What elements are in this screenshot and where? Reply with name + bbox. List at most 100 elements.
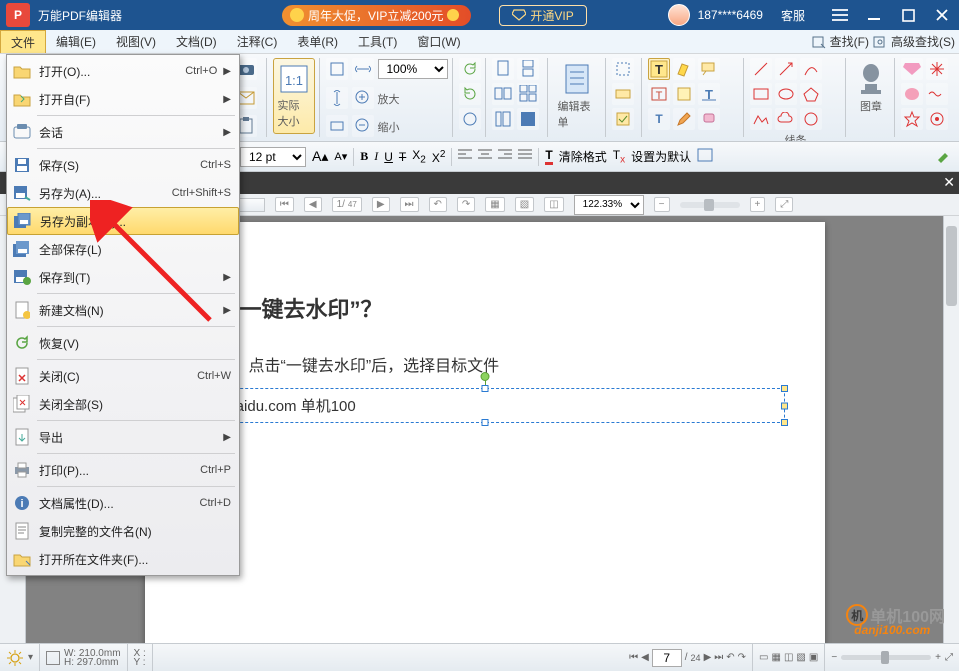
set-default-Tx-icon[interactable]: Tx <box>613 148 625 165</box>
menu-button[interactable] <box>823 0 857 30</box>
layout-toggle[interactable]: ▦ <box>485 197 504 212</box>
page-nav-next[interactable]: ▶ <box>372 197 390 212</box>
view-mode-5[interactable]: ▣ <box>809 652 818 663</box>
promo-banner[interactable]: 周年大促，VIP立减200元 <box>282 5 471 26</box>
scrollbar-thumb[interactable] <box>946 226 957 306</box>
text-annotation-T-icon[interactable]: T <box>648 58 670 80</box>
refresh-icon[interactable] <box>459 108 481 130</box>
decrease-font-icon[interactable]: A▾ <box>334 150 347 163</box>
eyedropper-icon[interactable] <box>935 147 951 166</box>
callout-icon[interactable] <box>698 58 720 80</box>
zoom-slider[interactable] <box>841 655 931 660</box>
single-page-icon[interactable] <box>492 58 514 80</box>
rotation-handle[interactable] <box>480 372 489 381</box>
paragraph-icon[interactable] <box>697 148 713 165</box>
file-menu-save-copy[interactable]: 另存为副本(Y)... <box>7 207 239 235</box>
facing-icon[interactable] <box>492 83 514 105</box>
resize-handle[interactable] <box>781 419 788 426</box>
actual-size-button[interactable]: 1:1 实际大小 <box>273 58 315 134</box>
increase-font-icon[interactable]: A▴ <box>312 148 328 165</box>
file-menu-save-all[interactable]: 全部保存(L) <box>7 235 239 263</box>
pencil-icon[interactable] <box>673 108 695 130</box>
customer-service-link[interactable]: 客服 <box>781 7 805 24</box>
file-menu-open-folder[interactable]: 打开所在文件夹(F)... <box>7 545 239 573</box>
file-menu-print[interactable]: 打印(P)...Ctrl+P <box>7 456 239 484</box>
ellipse-tool-icon[interactable] <box>775 83 797 105</box>
file-menu-new-doc[interactable]: 新建文档(N)▶ <box>7 296 239 324</box>
align-right-icon[interactable] <box>498 149 512 164</box>
fit-width-icon[interactable] <box>352 58 374 80</box>
rotate-ccw-icon[interactable] <box>459 58 481 80</box>
vip-button[interactable]: 开通VIP <box>499 5 586 26</box>
zoom-out-small[interactable]: − <box>654 197 670 212</box>
user-phone[interactable]: 187****6469 <box>698 8 763 22</box>
font-size-select[interactable]: 12 pt <box>240 147 306 167</box>
checkbox-icon[interactable] <box>612 108 634 130</box>
form-field-icon[interactable] <box>612 83 634 105</box>
select-icon[interactable] <box>612 58 634 80</box>
arrow-tool-icon[interactable] <box>775 58 797 80</box>
resize-handle[interactable] <box>781 385 788 392</box>
fit-icon[interactable]: ⤢ <box>775 197 793 212</box>
facing-continuous-icon[interactable] <box>517 83 539 105</box>
menu-comment[interactable]: 注释(C) <box>227 30 288 53</box>
text-box-icon[interactable]: T <box>648 83 670 105</box>
zoom-level-select[interactable]: 100% <box>378 59 448 79</box>
file-menu-properties[interactable]: i文档属性(D)...Ctrl+D <box>7 489 239 517</box>
gear-red-icon[interactable] <box>926 108 948 130</box>
resize-handle[interactable] <box>481 419 488 426</box>
zoom-in-icon[interactable] <box>352 87 374 109</box>
underline-button[interactable]: U <box>384 150 393 164</box>
search-link[interactable]: 查找(F) <box>830 33 869 50</box>
close-button[interactable] <box>925 0 959 30</box>
close-icon[interactable]: ✕ <box>943 174 955 191</box>
polyline-tool-icon[interactable] <box>750 108 772 130</box>
set-default-button[interactable]: 设置为默认 <box>631 148 691 165</box>
zoom-select[interactable]: 122.33% <box>574 195 644 215</box>
typewriter-icon[interactable]: T <box>698 83 720 105</box>
avatar[interactable] <box>668 4 690 26</box>
resize-handle[interactable] <box>481 385 488 392</box>
thumbnails-icon[interactable] <box>492 108 514 130</box>
bold-button[interactable]: B <box>360 149 368 164</box>
menu-tools[interactable]: 工具(T) <box>348 30 407 53</box>
burst-tool-icon[interactable] <box>800 108 822 130</box>
nav-prev-button[interactable]: ◀ <box>641 652 649 663</box>
file-menu-session[interactable]: 会话▶ <box>7 118 239 146</box>
nav-first-button[interactable]: ⏮ <box>629 652 638 663</box>
highlight-icon[interactable] <box>673 58 695 80</box>
zoom-slider[interactable] <box>680 202 740 208</box>
text-color-A-icon[interactable]: T <box>545 148 552 165</box>
slider-thumb[interactable] <box>881 651 889 664</box>
page-nav-first[interactable]: ⏮ <box>275 197 294 212</box>
stamp-button[interactable]: 图章 <box>852 58 890 118</box>
file-menu-export[interactable]: 导出▶ <box>7 423 239 451</box>
nav-back-button[interactable]: ↶ <box>726 652 734 663</box>
file-menu-close-all[interactable]: 关闭全部(S) <box>7 390 239 418</box>
rectangle-tool-icon[interactable] <box>750 83 772 105</box>
menu-window[interactable]: 窗口(W) <box>407 30 470 53</box>
clear-format-button[interactable]: 清除格式 <box>559 148 607 165</box>
cloud-tool-icon[interactable] <box>775 108 797 130</box>
history-forward[interactable]: ↷ <box>457 197 475 212</box>
eraser-icon[interactable] <box>698 108 720 130</box>
blob-pink-icon[interactable] <box>901 83 923 105</box>
page-size-toggle[interactable] <box>46 651 60 665</box>
subscript-button[interactable]: X2 <box>412 148 426 165</box>
layout-toggle2[interactable]: ▧ <box>515 197 534 212</box>
view-mode-1[interactable]: ▭ <box>759 652 768 663</box>
advanced-search-link[interactable]: 高级查找(S) <box>891 33 955 50</box>
file-menu-save-to[interactable]: 保存到(T)▶ <box>7 263 239 291</box>
vertical-scrollbar[interactable] <box>943 216 959 643</box>
rotate-cw-icon[interactable] <box>459 83 481 105</box>
page-nav-prev[interactable]: ◀ <box>304 197 322 212</box>
zoom-fit-button[interactable]: ⤢ <box>945 652 953 663</box>
strikethrough-button[interactable]: T <box>399 150 406 164</box>
edit-form-button[interactable]: 编辑表单 <box>554 58 601 134</box>
file-menu-save-as[interactable]: 另存为(A)...Ctrl+Shift+S <box>7 179 239 207</box>
wave-red-icon[interactable] <box>926 83 948 105</box>
menu-view[interactable]: 视图(V) <box>106 30 166 53</box>
file-menu-save[interactable]: 保存(S)Ctrl+S <box>7 151 239 179</box>
settings-gear-button[interactable]: ▾ <box>0 644 40 671</box>
nav-last-button[interactable]: ⏭ <box>714 652 723 663</box>
